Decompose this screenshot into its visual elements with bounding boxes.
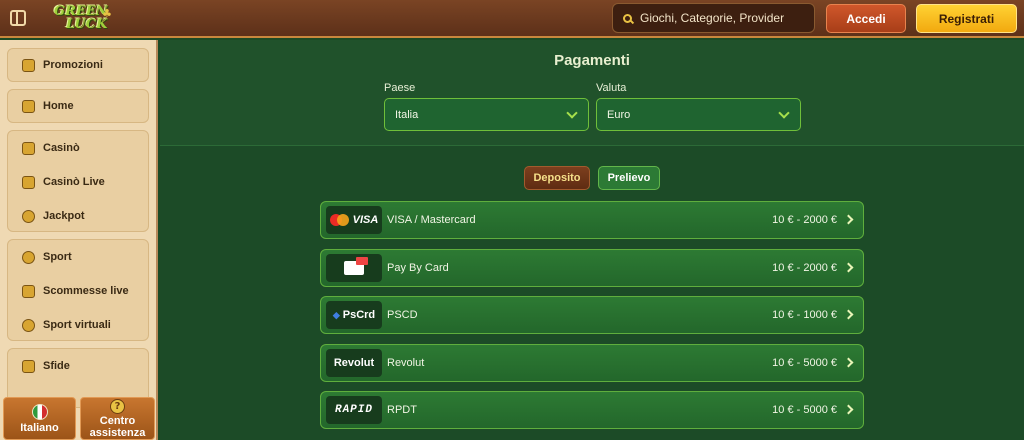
help-center-button[interactable]: ? Centro assistenza [80,397,155,440]
chevron-right-icon [843,214,854,225]
sidebar-item-promozioni[interactable]: Promozioni [8,53,150,77]
sidebar-item-sport[interactable]: Sport [8,245,150,269]
tab-prelievo[interactable]: Prelievo [598,166,660,190]
currency-select[interactable]: Euro [596,98,801,131]
payment-method-row[interactable]: RAPID RPDT 10 € - 5000 € [320,391,864,429]
currency-label: Valuta [596,82,627,94]
filters-panel: Pagamenti Paese Italia Valuta Euro [160,40,1024,146]
chevron-right-icon [843,309,854,320]
visa-logo-text: VISA [352,214,379,226]
sidebar-group-casino: Casinò Casinò Live Jackpot [7,130,149,232]
revolut-logo-text: Revolut [333,357,375,369]
chevron-right-icon [843,357,854,368]
pscrd-arrows-icon: ◆ [332,309,340,320]
sidebar-item-casino[interactable]: Casinò [8,136,150,160]
pscrd-logo: ◆ PsCrd [326,301,382,329]
sidebar-item-label: Sport virtuali [43,319,111,331]
main-content: Pagamenti Paese Italia Valuta Euro Depos… [160,40,1024,440]
challenge-icon [22,359,35,373]
country-select[interactable]: Italia [384,98,589,131]
sidebar-item-label: Casinò Live [43,176,105,188]
payment-method-row[interactable]: ◆ PsCrd PSCD 10 € - 1000 € [320,296,864,334]
tab-deposito[interactable]: Deposito [524,166,590,190]
rapid-logo: RAPID [326,396,382,424]
sidebar-item-label: Casinò [43,142,80,154]
chevron-right-icon [843,404,854,415]
sidebar-item-casino-live[interactable]: Casinò Live [8,170,150,194]
sidebar-group-home: Home [7,89,149,123]
search-placeholder: Giochi, Categorie, Provider [640,11,785,25]
payment-method-name: Revolut [387,357,425,369]
sidebar-item-sport-virtuali[interactable]: Sport virtuali [8,313,150,337]
payment-method-row[interactable]: Revolut Revolut 10 € - 5000 € [320,344,864,382]
language-label: Italiano [20,421,59,434]
slot-machine-icon [22,141,35,155]
payment-method-name: PSCD [387,309,418,321]
page-title: Pagamenti [554,52,630,69]
visa-mastercard-logo: VISA [326,206,382,234]
sidebar-item-scommesse-live[interactable]: Scommesse live [8,279,150,303]
chevron-down-icon [566,107,578,119]
sidebar-item-jackpot[interactable]: Jackpot [8,204,150,228]
sidebar-group-sport: Sport Scommesse live Sport virtuali [7,239,149,341]
italy-flag-icon [31,403,48,420]
sidebar: Promozioni Home Casinò Casinò Live Jackp… [0,40,158,440]
live-bets-icon [22,284,35,298]
country-label: Paese [384,82,416,94]
mastercard-icon [329,214,350,226]
live-casino-icon [22,175,35,189]
sidebar-item-sfide[interactable]: Sfide [8,354,150,378]
ball-icon [22,250,35,264]
rapid-logo-text: RAPID [334,404,373,416]
payment-method-range: 10 € - 5000 € [772,357,837,369]
sidebar-item-label: Scommesse live [43,285,129,297]
payment-method-name: VISA / Mastercard [387,214,476,226]
home-icon [22,99,35,113]
currency-value: Euro [607,108,631,121]
logo[interactable]: GREEN LUCK ♣ [52,3,114,35]
sidebar-item-label: Sfide [43,360,70,372]
revolut-logo: Revolut [326,349,382,377]
search-icon [623,13,632,23]
search-input[interactable]: Giochi, Categorie, Provider [612,3,815,33]
payment-method-range: 10 € - 5000 € [772,404,837,416]
pscrd-logo-text: PsCrd [342,309,376,321]
sidebar-item-label: Promozioni [43,59,103,71]
chevron-down-icon [778,107,790,119]
payment-method-range: 10 € - 1000 € [772,309,837,321]
sidebar-item-home[interactable]: Home [8,94,150,118]
jackpot-icon [22,209,35,223]
sidebar-toggle-icon[interactable] [10,10,26,26]
sidebar-item-label: Jackpot [43,210,85,222]
payment-method-name: RPDT [387,404,417,416]
help-icon: ? [110,398,125,414]
virtual-sport-icon [22,318,35,332]
chevron-right-icon [843,262,854,273]
pay-by-card-logo [326,254,382,282]
card-icon [344,257,368,275]
sidebar-group-promo: Promozioni [7,48,149,82]
payment-method-name: Pay By Card [387,262,449,274]
login-button[interactable]: Accedi [826,4,906,33]
help-center-label: Centro assistenza [89,414,146,439]
payment-method-range: 10 € - 2000 € [772,262,837,274]
payment-method-row[interactable]: VISA VISA / Mastercard 10 € - 2000 € [320,201,864,239]
top-header: GREEN LUCK ♣ Giochi, Categorie, Provider… [0,0,1024,38]
payment-method-row[interactable]: Pay By Card 10 € - 2000 € [320,249,864,287]
country-value: Italia [395,108,419,121]
language-button[interactable]: Italiano [3,397,76,440]
payment-method-range: 10 € - 2000 € [772,214,837,226]
gift-icon [22,58,35,72]
sidebar-item-label: Sport [43,251,72,263]
sidebar-item-label: Home [43,100,74,112]
register-button[interactable]: Registrati [916,4,1017,33]
clover-icon: ♣ [102,7,112,20]
